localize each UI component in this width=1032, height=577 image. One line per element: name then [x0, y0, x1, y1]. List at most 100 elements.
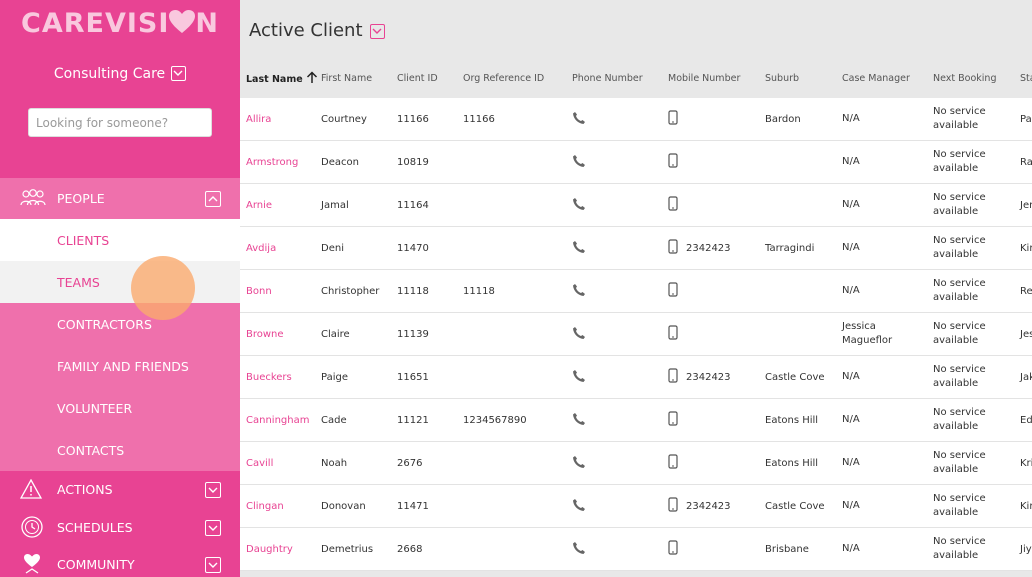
table-row[interactable]: Allira Courtney 11166 11166 Bardon N/A No serv…	[240, 98, 1032, 141]
cell-last-name-link[interactable]: Armstrong	[240, 140, 315, 184]
column-header[interactable]: Sta	[1014, 58, 1032, 98]
cell-last-name-link[interactable]: Clingan	[240, 484, 315, 528]
cell-mobile-number: 2342423	[662, 484, 759, 528]
cell-mobile-number	[662, 183, 759, 227]
chevron-down-icon[interactable]	[370, 24, 385, 39]
mobile-phone-icon[interactable]	[668, 540, 678, 558]
mobile-phone-icon[interactable]	[668, 325, 678, 343]
table-row[interactable]: Canningham Cade 11121 1234567890 Eatons Hill…	[240, 398, 1032, 442]
cell-case-manager: N/A	[836, 484, 927, 528]
table-row[interactable]: Bueckers Paige 11651 2342423 Castle Cove N/A N…	[240, 355, 1032, 399]
phone-icon[interactable]	[572, 154, 586, 171]
mobile-phone-icon[interactable]	[668, 454, 678, 472]
sidebar-item-contacts[interactable]: CONTACTS	[0, 429, 240, 471]
table-row[interactable]: Armstrong Deacon 10819 N/A No service availa…	[240, 140, 1032, 184]
mobile-phone-icon[interactable]	[668, 497, 678, 515]
mobile-phone-icon[interactable]	[668, 239, 678, 257]
table-row[interactable]: Daughtry Demetrius 2668 Brisbane N/A No servi…	[240, 527, 1032, 571]
sort-arrow-up-icon[interactable]	[303, 71, 318, 85]
cell-phone-number	[566, 140, 662, 184]
warning-icon	[19, 478, 43, 503]
column-header-last-name[interactable]: Last Name	[240, 58, 318, 98]
table-row[interactable]: Avdija Deni 11470 2342423 Tarragindi N/A No se…	[240, 226, 1032, 270]
chevron-down-icon[interactable]	[171, 66, 187, 81]
org-selector[interactable]: Consulting Care	[0, 66, 240, 82]
phone-icon[interactable]	[572, 240, 586, 257]
phone-icon[interactable]	[572, 197, 586, 214]
sidebar-item-clients[interactable]: CLIENTS	[0, 219, 240, 261]
sidebar-item-label: CONTACTS	[57, 443, 125, 458]
mobile-phone-icon[interactable]	[668, 110, 678, 128]
cell-first-name: Jamal	[315, 183, 391, 227]
table-row[interactable]: Clingan Donovan 11471 2342423 Castle Cove N/A…	[240, 484, 1032, 528]
chevron-down-icon[interactable]	[205, 520, 221, 536]
mobile-phone-icon[interactable]	[668, 368, 678, 386]
phone-icon[interactable]	[572, 412, 586, 429]
cell-last-name-link[interactable]: Cavill	[240, 441, 315, 485]
cell-next-booking: No service available	[927, 269, 1014, 313]
cell-last-name-link[interactable]: Canningham	[240, 398, 315, 442]
cell-case-manager: N/A	[836, 527, 927, 571]
cell-mobile-number	[662, 312, 759, 356]
cell-last-name-link[interactable]: Avdija	[240, 226, 315, 270]
sidebar-section-community[interactable]: COMMUNITY	[0, 547, 240, 577]
column-header[interactable]: First Name	[315, 58, 391, 98]
cell-last-name-link[interactable]: Bueckers	[240, 355, 315, 399]
column-header-label: Case Manager	[842, 72, 910, 84]
sidebar-section-actions[interactable]: ACTIONS	[0, 471, 240, 509]
main-content: Active Client Last Name First Name Client …	[240, 0, 1032, 577]
mobile-phone-icon[interactable]	[668, 196, 678, 214]
chevron-down-icon[interactable]	[205, 482, 221, 498]
column-header-label: Suburb	[765, 72, 800, 84]
column-header[interactable]: Org Reference ID	[457, 58, 566, 98]
table-row[interactable]: Cavill Noah 2676 Eatons Hill N/A No service a…	[240, 441, 1032, 485]
sidebar-item-volunteer[interactable]: VOLUNTEER	[0, 387, 240, 429]
cell-last-name-link[interactable]: Allira	[240, 98, 315, 141]
mobile-phone-icon[interactable]	[668, 411, 678, 429]
table-row[interactable]: Browne Claire 11139 Jessica Magueflor No ser…	[240, 312, 1032, 356]
sidebar-item-family-and-friends[interactable]: FAMILY AND FRIENDS	[0, 345, 240, 387]
chevron-up-icon[interactable]	[205, 191, 221, 207]
column-header[interactable]: Mobile Number	[662, 58, 759, 98]
column-header[interactable]: Case Manager	[836, 58, 927, 98]
mobile-number-text: 2342423	[686, 243, 731, 254]
table-row[interactable]: Bonn Christopher 11118 11118 N/A No service a…	[240, 269, 1032, 313]
cell-org-reference-id	[457, 527, 566, 571]
org-name: Consulting Care	[53, 66, 166, 82]
cell-suburb: Bardon	[759, 98, 836, 141]
mobile-phone-icon[interactable]	[668, 153, 678, 171]
sidebar-item-contractors[interactable]: CONTRACTORS	[0, 303, 240, 345]
table-row[interactable]: Arnie Jamal 11164 N/A No service available Je…	[240, 183, 1032, 227]
column-header[interactable]: Suburb	[759, 58, 836, 98]
sidebar-section-label: ACTIONS	[57, 482, 113, 497]
chevron-down-icon[interactable]	[205, 557, 221, 573]
sidebar-item-label: CONTRACTORS	[57, 317, 152, 332]
phone-icon[interactable]	[572, 541, 586, 558]
sidebar-section-people[interactable]: PEOPLE	[0, 178, 240, 219]
column-header[interactable]: Phone Number	[566, 58, 662, 98]
cell-phone-number	[566, 269, 662, 313]
phone-icon[interactable]	[572, 283, 586, 300]
search-input[interactable]	[28, 108, 212, 137]
sidebar-section-schedules[interactable]: SCHEDULES	[0, 509, 240, 547]
sidebar-item-teams[interactable]: TEAMS	[0, 261, 240, 303]
column-header[interactable]: Client ID	[391, 58, 457, 98]
cell-last-name-link[interactable]: Bonn	[240, 269, 315, 313]
cell-first-name: Noah	[315, 441, 391, 485]
phone-icon[interactable]	[572, 455, 586, 472]
cell-last-name-link[interactable]: Arnie	[240, 183, 315, 227]
cell-last-name-link[interactable]: Daughtry	[240, 527, 315, 571]
phone-icon[interactable]	[572, 326, 586, 343]
cell-last-name-link[interactable]: Browne	[240, 312, 315, 356]
phone-icon[interactable]	[572, 111, 586, 128]
column-header[interactable]: Next Booking	[927, 58, 1014, 98]
phone-icon[interactable]	[572, 498, 586, 515]
phone-icon[interactable]	[572, 369, 586, 386]
cell-case-manager: N/A	[836, 183, 927, 227]
mobile-phone-icon[interactable]	[668, 282, 678, 300]
cell-suburb: Castle Cove	[759, 355, 836, 399]
sidebar-section-label: COMMUNITY	[57, 557, 135, 572]
column-header-label: Mobile Number	[668, 72, 741, 84]
carevision-logo[interactable]: CAREVISI N	[0, 8, 240, 41]
cell-client-id: 11651	[391, 355, 457, 399]
